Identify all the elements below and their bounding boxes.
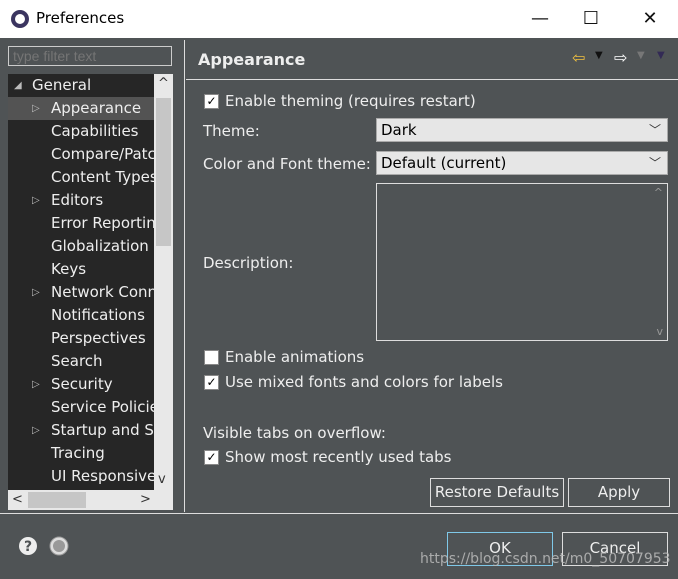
tree-item-label: Keys — [51, 260, 87, 278]
tree-item[interactable]: Globalization — [8, 235, 154, 258]
scroll-left-icon[interactable]: < — [12, 492, 23, 507]
tree-item-label: Content Types — [51, 168, 154, 186]
view-menu-icon[interactable]: ▼ — [657, 50, 665, 61]
tree-item-label: Error Reporting — [51, 214, 154, 232]
page-title: Appearance — [198, 50, 306, 69]
expand-icon[interactable]: ▷ — [32, 373, 40, 396]
tree-item[interactable]: Tracing — [8, 442, 154, 465]
back-dropdown-icon[interactable]: ▼ — [595, 50, 603, 61]
tree-item[interactable]: Service Policies — [8, 396, 154, 419]
divider — [184, 40, 185, 512]
tree-item[interactable]: Content Types — [8, 166, 154, 189]
theme-value: Dark — [381, 121, 417, 139]
tree-item-label: Network Connections — [51, 283, 154, 301]
tree-item-label: Capabilities — [51, 122, 139, 140]
scroll-down-icon[interactable]: v — [158, 472, 166, 487]
tree-item-label: Globalization — [51, 237, 149, 255]
tree-item-label: UI Responsiveness — [51, 467, 154, 485]
window-title: Preferences — [36, 9, 125, 27]
show-recent-tabs-checkbox[interactable]: ✓ — [204, 450, 219, 465]
tree-item[interactable]: Keys — [8, 258, 154, 281]
tree-item[interactable]: ▷ Appearance — [8, 97, 154, 120]
tree-vertical-scroll-thumb[interactable] — [156, 98, 171, 246]
tree-horizontal-scroll-thumb[interactable] — [28, 492, 86, 508]
visible-tabs-label: Visible tabs on overflow: — [203, 424, 386, 442]
enable-animations-checkbox[interactable] — [204, 350, 219, 365]
tree-item-label: Security — [51, 375, 113, 393]
tree-item[interactable]: Error Reporting — [8, 212, 154, 235]
chevron-down-icon: ﹀ — [648, 123, 661, 137]
show-recent-tabs-label: Show most recently used tabs — [225, 448, 452, 466]
tree-item[interactable]: Capabilities — [8, 120, 154, 143]
tree-item-label: General — [32, 76, 92, 94]
theme-label: Theme: — [203, 122, 260, 140]
maximize-button[interactable]: ☐ — [571, 4, 611, 34]
tree-item-label: Service Policies — [51, 398, 154, 416]
enable-theming-label: Enable theming (requires restart) — [225, 92, 476, 110]
close-button[interactable]: ✕ — [630, 4, 670, 34]
filter-input[interactable] — [8, 46, 172, 66]
enable-theming-checkbox[interactable]: ✓ — [204, 94, 219, 109]
tree-item-label: Search — [51, 352, 103, 370]
tree-item-label: Tracing — [51, 444, 105, 462]
chevron-down-icon: ﹀ — [648, 156, 661, 170]
theme-select[interactable]: Dark ﹀ — [376, 118, 668, 142]
tree-item-label: Compare/Patch — [51, 145, 154, 163]
color-font-theme-select[interactable]: Default (current) ﹀ — [376, 151, 668, 175]
svg-text:?: ? — [24, 539, 32, 555]
import-export-icon[interactable] — [49, 536, 69, 556]
back-arrow-icon[interactable]: ⇦ — [572, 48, 585, 67]
description-textarea[interactable]: ^ v — [376, 183, 668, 341]
scroll-right-icon[interactable]: > — [140, 492, 151, 507]
mixed-fonts-checkbox[interactable]: ✓ — [204, 375, 219, 390]
tree-item[interactable]: ▷ Security — [8, 373, 154, 396]
watermark: https://blog.csdn.net/m0_50707953 — [420, 551, 671, 567]
apply-button[interactable]: Apply — [568, 478, 670, 507]
preference-tree: ◢ General ▷ Appearance Capabilities Compare/P… — [8, 74, 154, 490]
minimize-button[interactable]: — — [520, 4, 560, 34]
tree-item-label: Appearance — [51, 99, 142, 117]
tree-item[interactable]: Notifications — [8, 304, 154, 327]
tree-item[interactable]: ▷ Editors — [8, 189, 154, 212]
tree-item-label: Notifications — [51, 306, 145, 324]
collapse-icon[interactable]: ◢ — [14, 74, 22, 97]
enable-animations-label: Enable animations — [225, 348, 365, 366]
expand-icon[interactable]: ▷ — [32, 281, 40, 304]
tree-item-label: Editors — [51, 191, 104, 209]
description-label: Description: — [203, 254, 294, 272]
tree-item[interactable]: UI Responsiveness — [8, 465, 154, 488]
mixed-fonts-label: Use mixed fonts and colors for labels — [225, 373, 503, 391]
tree-item-label: Startup and Shutdown — [51, 421, 154, 439]
scroll-up-icon[interactable]: ^ — [158, 76, 169, 91]
divider — [0, 513, 678, 514]
scroll-down-icon[interactable]: v — [656, 325, 663, 338]
tree-item[interactable]: ▷ Network Connections — [8, 281, 154, 304]
title-bar: Preferences — ☐ ✕ — [0, 0, 678, 38]
forward-dropdown-icon[interactable]: ▼ — [637, 50, 645, 61]
forward-arrow-icon[interactable]: ⇨ — [614, 48, 627, 67]
scroll-up-icon[interactable]: ^ — [654, 186, 663, 199]
tree-item[interactable]: ◢ General — [8, 74, 154, 97]
expand-icon[interactable]: ▷ — [32, 97, 40, 120]
tree-item[interactable]: Compare/Patch — [8, 143, 154, 166]
color-font-theme-label: Color and Font theme: — [203, 155, 371, 173]
color-font-theme-value: Default (current) — [381, 154, 507, 172]
restore-defaults-button[interactable]: Restore Defaults — [430, 478, 564, 507]
tree-item[interactable]: Perspectives — [8, 327, 154, 350]
eclipse-app-icon — [11, 10, 29, 28]
help-icon[interactable]: ? — [18, 536, 38, 556]
tree-item[interactable]: ▷ Startup and Shutdown — [8, 419, 154, 442]
expand-icon[interactable]: ▷ — [32, 189, 40, 212]
expand-icon[interactable]: ▷ — [32, 419, 40, 442]
tree-item-label: Perspectives — [51, 329, 146, 347]
divider — [186, 79, 678, 80]
tree-item[interactable]: Search — [8, 350, 154, 373]
